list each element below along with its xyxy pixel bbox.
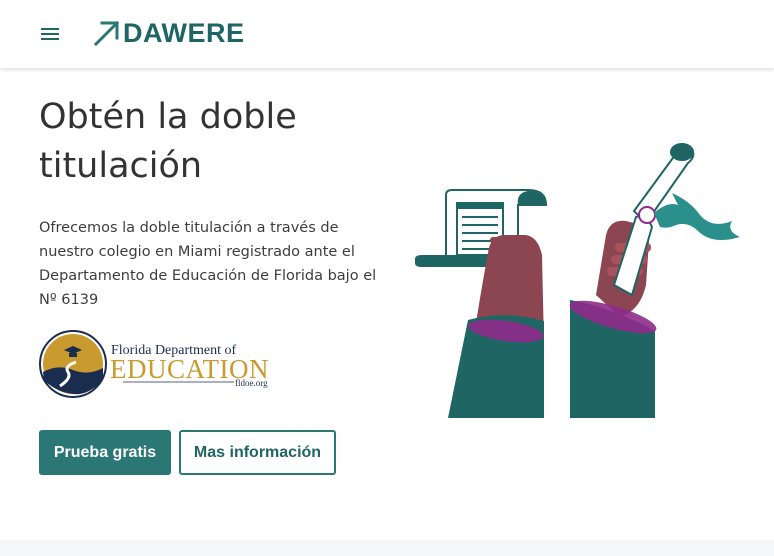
more-info-button[interactable]: Mas información [179, 430, 336, 475]
diploma-seal [638, 206, 656, 224]
fldoe-url: fldoe.org [235, 378, 268, 388]
diploma-ribbon [654, 193, 740, 240]
menu-line [41, 38, 59, 40]
arrow-logo-icon [93, 20, 120, 47]
hero-description: Ofrecemos la doble titulación a través d… [39, 220, 377, 308]
hero-title: Obtén la doble titulación [39, 97, 297, 186]
left-hand-document [415, 189, 548, 418]
hamburger-menu-button[interactable] [38, 22, 62, 46]
document-header-bar [457, 203, 503, 209]
brand-name: DAWERE [123, 17, 245, 48]
left-finger [490, 237, 520, 243]
menu-line [41, 33, 59, 35]
try-free-button[interactable]: Prueba gratis [39, 430, 171, 475]
section-divider-band [0, 540, 774, 556]
right-hand-diploma [569, 143, 740, 418]
menu-line [41, 28, 59, 30]
diploma-hands-illustration [415, 143, 740, 418]
diploma-roll-end [670, 143, 694, 161]
florida-department-of-education-logo: Florida Department of EDUCATION fldoe.or… [39, 330, 269, 398]
graduation-cap-base [69, 353, 77, 357]
top-nav-bar: DAWERE [0, 0, 774, 68]
brand-logo[interactable]: DAWERE [93, 17, 245, 49]
